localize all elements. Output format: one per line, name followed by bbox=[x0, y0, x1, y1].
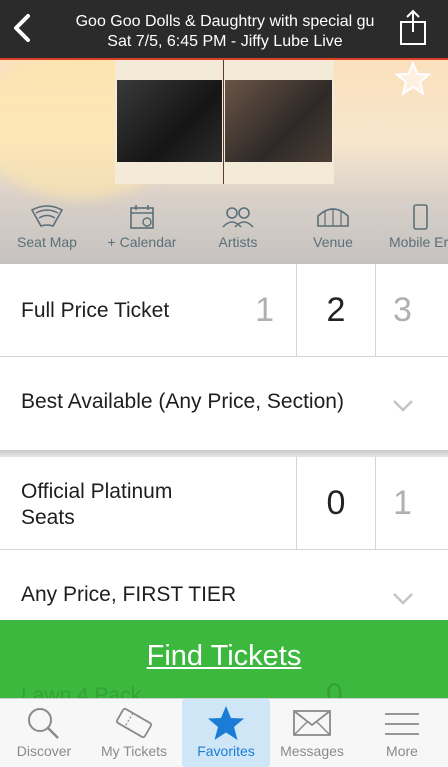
tab-discover[interactable]: Discover bbox=[0, 699, 88, 767]
search-icon bbox=[28, 708, 59, 739]
tab-label: Messages bbox=[280, 743, 344, 759]
event-info-bar: Seat Map + Calendar Artists Venue Mobile… bbox=[0, 198, 448, 264]
artist-photo-right bbox=[225, 80, 332, 162]
share-icon bbox=[400, 9, 426, 45]
tab-label: My Tickets bbox=[100, 743, 168, 759]
artists-button[interactable]: Artists bbox=[193, 204, 283, 250]
menu-icon bbox=[385, 713, 419, 735]
calendar-button[interactable]: + Calendar bbox=[97, 204, 187, 250]
ticket-type-row: Official Platinum Seats 0 1 bbox=[0, 457, 448, 549]
seat-map-label: Seat Map bbox=[17, 234, 77, 250]
event-name: Goo Goo Dolls & Daughtry with special gu bbox=[75, 13, 375, 30]
venue-icon bbox=[317, 208, 349, 227]
artist-photo bbox=[115, 60, 334, 184]
mobile-entry-button[interactable]: Mobile Er bbox=[384, 204, 448, 250]
star-icon bbox=[208, 706, 244, 740]
tab-label: Favorites bbox=[197, 743, 255, 759]
find-tickets-label: Find Tickets bbox=[146, 640, 302, 672]
quantity-selected[interactable]: 0 bbox=[296, 457, 376, 549]
tab-messages[interactable]: Messages bbox=[268, 699, 356, 767]
envelope-icon bbox=[293, 710, 331, 736]
star-icon bbox=[394, 60, 432, 96]
tab-label: More bbox=[386, 743, 418, 759]
back-button[interactable] bbox=[6, 8, 40, 48]
seat-map-icon bbox=[30, 205, 64, 227]
venue-button[interactable]: Venue bbox=[288, 204, 378, 250]
artists-icon bbox=[222, 207, 254, 228]
calendar-icon bbox=[130, 205, 154, 229]
ticket-type-label-line1: Official Platinum bbox=[21, 480, 173, 503]
chevron-left-icon bbox=[14, 14, 30, 42]
price-tier-label: Any Price, FIRST TIER bbox=[21, 583, 237, 606]
tab-favorites[interactable]: Favorites bbox=[182, 699, 270, 767]
artists-label: Artists bbox=[218, 234, 258, 250]
event-date-venue: Sat 7/5, 6:45 PM - Jiffy Lube Live bbox=[107, 33, 343, 50]
event-hero: Seat Map + Calendar Artists Venue Mobile… bbox=[0, 60, 448, 264]
calendar-label: + Calendar bbox=[107, 234, 177, 250]
tab-label: Discover bbox=[16, 743, 72, 759]
tab-bar: Discover My Tickets Favorites Messages M… bbox=[0, 698, 448, 767]
quantity-option[interactable]: 1 bbox=[228, 264, 296, 356]
favorite-button[interactable] bbox=[394, 60, 432, 98]
ticket-icon bbox=[115, 707, 153, 739]
section-divider bbox=[0, 450, 448, 457]
seat-map-button[interactable]: Seat Map bbox=[2, 204, 92, 250]
ticket-type-label-line2: Seats bbox=[21, 506, 75, 529]
seat-preference-dropdown[interactable]: Best Available (Any Price, Section) bbox=[0, 357, 448, 450]
price-tier-dropdown[interactable]: Any Price, FIRST TIER bbox=[0, 550, 448, 620]
share-button[interactable] bbox=[396, 8, 430, 48]
chevron-down-icon bbox=[393, 593, 413, 605]
seat-preference-label: Best Available (Any Price, Section) bbox=[21, 390, 344, 413]
tab-my-tickets[interactable]: My Tickets bbox=[90, 699, 178, 767]
top-bar: Goo Goo Dolls & Daughtry with special gu… bbox=[0, 0, 448, 58]
ticket-type-label: Full Price Ticket bbox=[21, 299, 170, 322]
quantity-option[interactable]: 1 bbox=[375, 457, 430, 549]
ticket-type-label: Official Platinum Seats bbox=[21, 479, 172, 531]
quantity-option[interactable]: 3 bbox=[375, 264, 430, 356]
tab-more[interactable]: More bbox=[358, 699, 446, 767]
venue-label: Venue bbox=[313, 234, 353, 250]
find-tickets-button[interactable]: Find Tickets Lawn 4 Pack 0 bbox=[0, 620, 448, 711]
quantity-selected[interactable]: 2 bbox=[296, 264, 376, 356]
photo-divider bbox=[223, 60, 224, 184]
ticket-type-row: Full Price Ticket 1 2 3 bbox=[0, 264, 448, 356]
event-title: Goo Goo Dolls & Daughtry with special gu… bbox=[60, 12, 390, 52]
artist-photo-left bbox=[117, 80, 222, 162]
chevron-down-icon bbox=[393, 400, 413, 412]
mobile-icon bbox=[413, 204, 428, 230]
mobile-entry-label: Mobile Er bbox=[389, 234, 448, 250]
